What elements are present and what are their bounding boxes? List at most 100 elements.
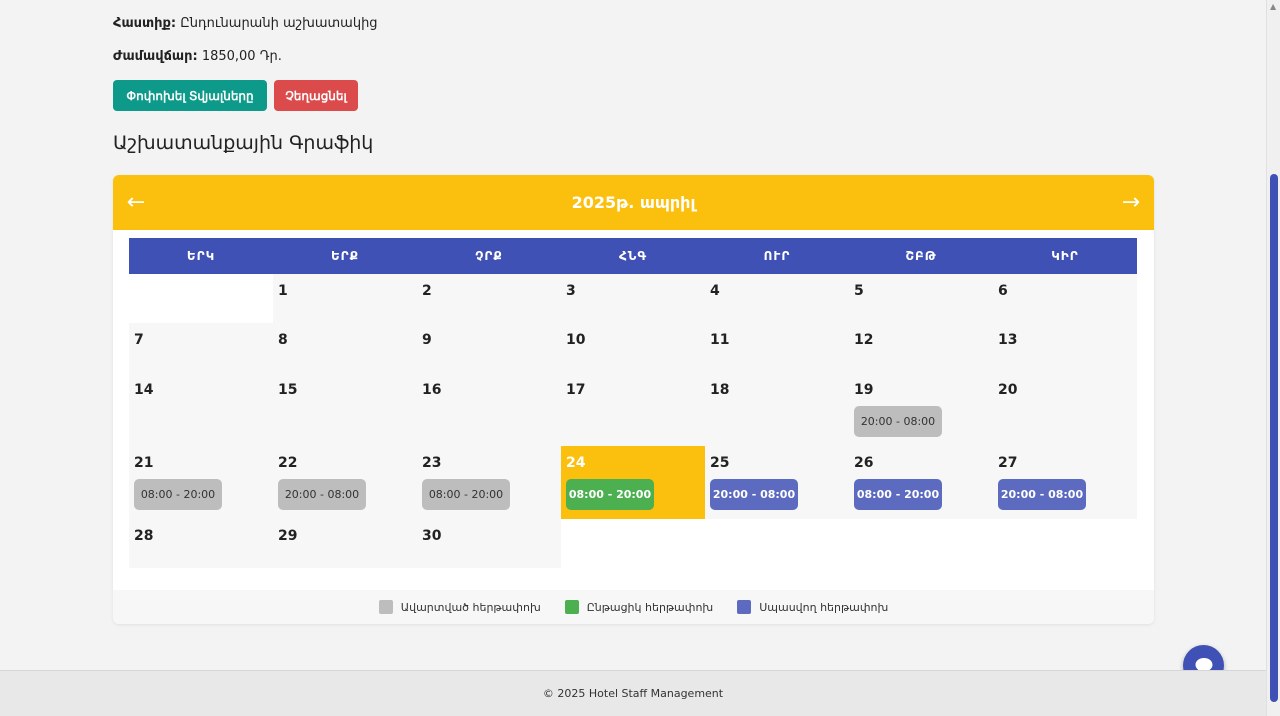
calendar-week-row: 14 15 16 17 18 19 20:00 - 08:00 20: [129, 373, 1137, 446]
day-number: 23: [422, 455, 442, 471]
calendar-header: ← 2025թ. ապրիլ →: [113, 175, 1154, 230]
calendar-day[interactable]: 11: [705, 323, 849, 373]
footer-copyright: © 2025 Hotel Staff Management: [542, 687, 724, 700]
calendar-day[interactable]: 29: [273, 519, 417, 568]
day-number: 3: [566, 283, 576, 299]
day-number: 26: [854, 455, 874, 471]
calendar-day[interactable]: 19 20:00 - 08:00: [849, 373, 993, 446]
calendar-day[interactable]: 20: [993, 373, 1137, 446]
calendar-day[interactable]: 2: [417, 274, 561, 323]
shift-badge[interactable]: 08:00 - 20:00: [854, 479, 942, 510]
calendar-blank-cell: [993, 519, 1137, 568]
shift-badge[interactable]: 20:00 - 08:00: [854, 406, 942, 437]
calendar-day[interactable]: 26 08:00 - 20:00: [849, 446, 993, 519]
weekday-label: ՇԲԹ: [905, 249, 937, 263]
weekday-label: ԿԻՐ: [1051, 249, 1079, 263]
day-number: 12: [854, 332, 874, 348]
month-title: 2025թ. ապրիլ: [571, 193, 696, 212]
calendar-empty-cell: [129, 274, 273, 323]
weekday-label: ՀՆԳ: [618, 249, 648, 263]
day-number: 21: [134, 455, 154, 471]
weekday-label: ԵՐՔ: [330, 249, 360, 263]
calendar-day[interactable]: 28: [129, 519, 273, 568]
calendar-day[interactable]: 1: [273, 274, 417, 323]
legend-item: Ավարտված հերթափոխ: [378, 600, 541, 614]
calendar-blank-cell: [849, 519, 993, 568]
rate-value: 1850,00 Դր.: [201, 49, 282, 64]
edit-details-button[interactable]: Փոփոխել Տվյալները: [113, 80, 267, 111]
calendar-day[interactable]: 18: [705, 373, 849, 446]
calendar-day[interactable]: 4: [705, 274, 849, 323]
rate-label: Ժամավճար:: [113, 49, 198, 64]
day-number: 8: [278, 332, 288, 348]
day-number: 11: [710, 332, 730, 348]
legend-swatch: [378, 600, 393, 614]
shift-badge[interactable]: 20:00 - 08:00: [278, 479, 366, 510]
schedule-calendar: ← 2025թ. ապրիլ → ԵՐԿ ԵՐՔ ՉՐՔ ՀՆԳ ՈՒՐ ՇԲԹ ԿԻՐ 1…: [113, 175, 1154, 624]
calendar-day[interactable]: 22 20:00 - 08:00: [273, 446, 417, 519]
weekday-label: ՉՐՔ: [475, 249, 503, 263]
calendar-blank-cell: [561, 519, 705, 568]
calendar-day-today[interactable]: 24 08:00 - 20:00: [561, 446, 705, 519]
calendar-week-row: 28 29 30: [129, 519, 1137, 568]
day-number: 27: [998, 455, 1018, 471]
calendar-legend: Ավարտված հերթափոխ Ընթացիկ հերթափոխ Սպասվող…: [113, 590, 1154, 624]
calendar-day[interactable]: 6: [993, 274, 1137, 323]
shift-badge[interactable]: 20:00 - 08:00: [998, 479, 1086, 510]
calendar-day[interactable]: 27 20:00 - 08:00: [993, 446, 1137, 519]
calendar-day[interactable]: 13: [993, 323, 1137, 373]
shift-badge[interactable]: 20:00 - 08:00: [710, 479, 798, 510]
calendar-day[interactable]: 25 20:00 - 08:00: [705, 446, 849, 519]
weekday-header-row: ԵՐԿ ԵՐՔ ՉՐՔ ՀՆԳ ՈՒՐ ՇԲԹ ԿԻՐ: [129, 238, 1137, 274]
day-number: 4: [710, 283, 720, 299]
calendar-day[interactable]: 12: [849, 323, 993, 373]
day-number: 18: [710, 382, 730, 398]
calendar-week-row: 21 08:00 - 20:00 22 20:00 - 08:00 23 08:00 - …: [129, 446, 1137, 519]
day-number: 25: [710, 455, 730, 471]
calendar-week-row: 1 2 3 4 5 6: [129, 274, 1137, 323]
shift-badge[interactable]: 08:00 - 20:00: [134, 479, 222, 510]
calendar-day[interactable]: 30: [417, 519, 561, 568]
rate-info: Ժամավճար: 1850,00 Դր.: [113, 49, 282, 64]
legend-label: Սպասվող հերթափոխ: [759, 600, 889, 614]
legend-label: Ավարտված հերթափոխ: [400, 600, 541, 614]
prev-month-arrow-icon[interactable]: ←: [125, 190, 147, 215]
legend-label: Ընթացիկ հերթափոխ: [586, 600, 714, 614]
calendar-day[interactable]: 15: [273, 373, 417, 446]
calendar-day[interactable]: 16: [417, 373, 561, 446]
position-info: Հաստիք: Ընդունարանի աշխատակից: [113, 16, 378, 31]
day-number: 20: [998, 382, 1018, 398]
calendar-day[interactable]: 23 08:00 - 20:00: [417, 446, 561, 519]
day-number: 9: [422, 332, 432, 348]
weekday-label: ՈՒՐ: [763, 249, 791, 263]
next-month-arrow-icon[interactable]: →: [1120, 190, 1142, 215]
scrollbar-thumb[interactable]: [1270, 174, 1278, 702]
calendar-day[interactable]: 14: [129, 373, 273, 446]
shift-badge[interactable]: 08:00 - 20:00: [566, 479, 654, 510]
day-number: 10: [566, 332, 586, 348]
calendar-week-row: 7 8 9 10 11 12 13: [129, 323, 1137, 373]
legend-swatch: [564, 600, 579, 614]
scroll-up-icon[interactable]: ▲: [1270, 2, 1278, 11]
calendar-day[interactable]: 5: [849, 274, 993, 323]
page-footer: © 2025 Hotel Staff Management: [0, 670, 1266, 716]
calendar-day[interactable]: 10: [561, 323, 705, 373]
calendar-day[interactable]: 17: [561, 373, 705, 446]
calendar-day[interactable]: 9: [417, 323, 561, 373]
calendar-day[interactable]: 3: [561, 274, 705, 323]
schedule-title: Աշխատանքային Գրաֆիկ: [113, 132, 374, 154]
day-number: 5: [854, 283, 864, 299]
day-number: 6: [998, 283, 1008, 299]
calendar-day[interactable]: 21 08:00 - 20:00: [129, 446, 273, 519]
calendar-day[interactable]: 7: [129, 323, 273, 373]
shift-badge[interactable]: 08:00 - 20:00: [422, 479, 510, 510]
day-number: 22: [278, 455, 298, 471]
cancel-button[interactable]: Չեղացնել: [274, 80, 358, 111]
position-value: Ընդունարանի աշխատակից: [180, 16, 378, 31]
day-number: 14: [134, 382, 154, 398]
day-number: 19: [854, 382, 874, 398]
page-scrollbar[interactable]: ▲: [1266, 0, 1280, 716]
day-number: 15: [278, 382, 298, 398]
calendar-day[interactable]: 8: [273, 323, 417, 373]
day-number: 29: [278, 528, 298, 544]
